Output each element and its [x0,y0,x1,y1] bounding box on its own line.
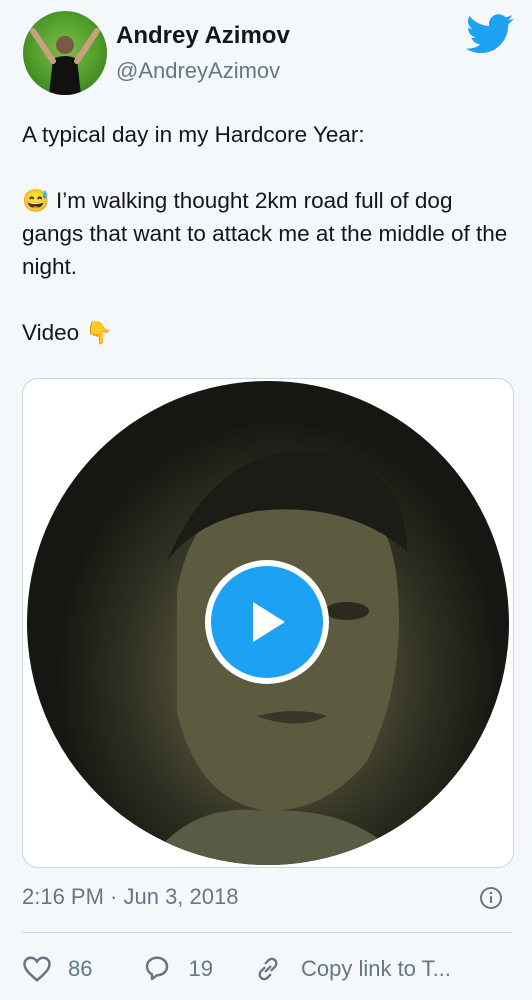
tweet-body-text: I’m walking thought 2km road full of dog… [22,188,508,279]
sweat-smile-emoji: 😅 [22,188,50,213]
divider [22,932,512,933]
heart-icon [23,956,51,982]
tweet-video-line: Video 👇 [22,316,512,349]
play-button-circle [211,566,323,678]
reply-bubble-icon [146,956,169,981]
tweet-line-1: A typical day in my Hardcore Year: [22,122,365,147]
copy-link-label: Copy link to T... [300,956,451,981]
avatar-image [30,28,100,95]
play-icon [253,602,285,642]
twitter-bird-icon[interactable] [466,14,514,54]
pointing-down-emoji: 👇 [85,320,113,345]
video-label: Video [22,320,80,345]
reply-button[interactable]: 19 [142,955,213,983]
avatar[interactable] [23,11,107,95]
like-count: 86 [68,956,93,981]
like-button[interactable]: 86 [22,955,92,983]
play-button[interactable] [205,560,329,684]
author-handle[interactable]: @AndreyAzimov [116,58,280,84]
tweet-body: 😅 I’m walking thought 2km road full of do… [22,184,512,283]
copy-link-button[interactable]: Copy link to T... [253,955,451,983]
reply-count: 19 [188,956,213,981]
info-icon[interactable] [479,886,503,910]
author-name[interactable]: Andrey Azimov [116,22,290,50]
tweet-timestamp[interactable]: 2:16 PM · Jun 3, 2018 [22,884,238,910]
tweet-actions: 86 19 Copy link to T... [22,952,451,986]
link-icon [258,957,278,981]
tweet-text: A typical day in my Hardcore Year: 😅 I’m … [22,118,512,349]
